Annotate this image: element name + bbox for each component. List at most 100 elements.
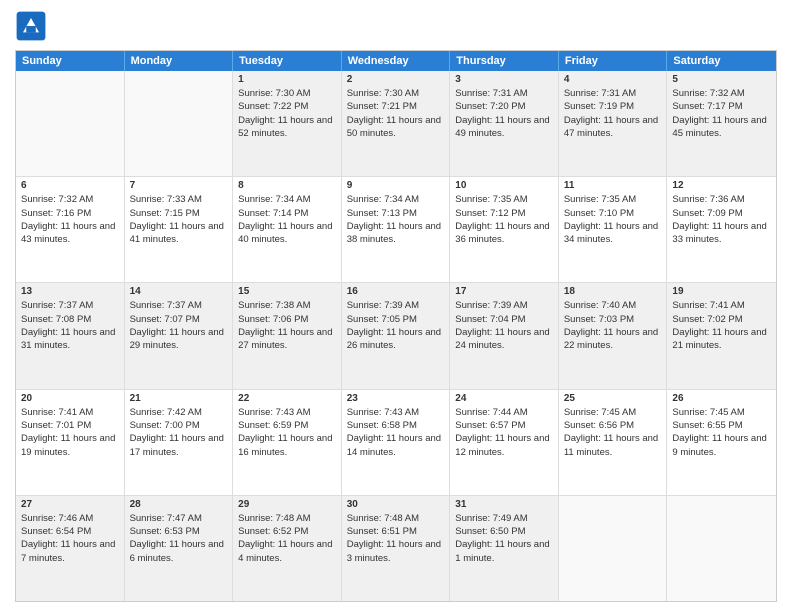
day-number: 6 [21,180,119,191]
logo-icon [15,10,47,42]
day-cell-4: 4Sunrise: 7:31 AM Sunset: 7:19 PM Daylig… [559,71,668,176]
day-cell-23: 23 Sunrise: 7:43 AM Sunset: 6:58 PM Dayli… [342,390,451,495]
day-cell-7: 7 Sunrise: 7:33 AM Sunset: 7:15 PM Daylig… [125,177,234,282]
day-info: Sunrise: 7:39 AM Sunset: 7:05 PM Dayligh… [347,299,445,352]
day-info: Sunrise: 7:43 AM Sunset: 6:58 PM Dayligh… [347,406,445,459]
day-number: 7 [130,180,228,191]
day-number: 24 [455,393,553,404]
day-cell-30: 30 Sunrise: 7:48 AM Sunset: 6:51 PM Dayli… [342,496,451,601]
day-info: Sunrise: 7:42 AM Sunset: 7:00 PM Dayligh… [130,406,228,459]
day-number: 13 [21,286,119,297]
day-cell-17: 17 Sunrise: 7:39 AM Sunset: 7:04 PM Dayli… [450,283,559,388]
weekday-header-thursday: Thursday [450,51,559,71]
day-info: Sunrise: 7:32 AM Sunset: 7:16 PM Dayligh… [21,193,119,246]
day-cell-26: 26Sunrise: 7:45 AM Sunset: 6:55 PM Dayli… [667,390,776,495]
day-number: 18 [564,286,662,297]
day-number: 5 [672,74,771,85]
header [15,10,777,42]
day-cell-5: 5 Sunrise: 7:32 AM Sunset: 7:17 PM Daylig… [667,71,776,176]
day-info: Sunrise: 7:41 AM Sunset: 7:02 PM Dayligh… [672,299,771,352]
day-info: Sunrise: 7:45 AM Sunset: 6:55 PM Dayligh… [672,406,771,459]
day-info: Sunrise: 7:37 AM Sunset: 7:08 PM Dayligh… [21,299,119,352]
day-number: 30 [347,499,445,510]
day-cell-9: 9 Sunrise: 7:34 AM Sunset: 7:13 PM Daylig… [342,177,451,282]
day-cell-15: 15Sunrise: 7:38 AM Sunset: 7:06 PM Dayli… [233,283,342,388]
day-cell-8: 8 Sunrise: 7:34 AM Sunset: 7:14 PM Daylig… [233,177,342,282]
day-cell-25: 25 Sunrise: 7:45 AM Sunset: 6:56 PM Dayli… [559,390,668,495]
day-number: 11 [564,180,662,191]
page: SundayMondayTuesdayWednesdayThursdayFrid… [0,0,792,612]
day-cell-27: 27 Sunrise: 7:46 AM Sunset: 6:54 PM Dayli… [16,496,125,601]
day-info: Sunrise: 7:40 AM Sunset: 7:03 PM Dayligh… [564,299,662,352]
weekday-header-tuesday: Tuesday [233,51,342,71]
day-number: 31 [455,499,553,510]
day-number: 17 [455,286,553,297]
day-info: Sunrise: 7:30 AM Sunset: 7:21 PM Dayligh… [347,87,445,140]
day-cell-6: 6 Sunrise: 7:32 AM Sunset: 7:16 PM Daylig… [16,177,125,282]
day-number: 29 [238,499,336,510]
day-cell-29: 29 Sunrise: 7:48 AM Sunset: 6:52 PM Dayli… [233,496,342,601]
day-number: 16 [347,286,445,297]
empty-cell [667,496,776,601]
calendar-header: SundayMondayTuesdayWednesdayThursdayFrid… [16,51,776,71]
day-cell-21: 21Sunrise: 7:42 AM Sunset: 7:00 PM Dayli… [125,390,234,495]
day-number: 2 [347,74,445,85]
day-info: Sunrise: 7:35 AM Sunset: 7:12 PM Dayligh… [455,193,553,246]
day-number: 10 [455,180,553,191]
day-info: Sunrise: 7:34 AM Sunset: 7:13 PM Dayligh… [347,193,445,246]
day-number: 12 [672,180,771,191]
day-number: 20 [21,393,119,404]
day-number: 25 [564,393,662,404]
calendar-row-1: 6 Sunrise: 7:32 AM Sunset: 7:16 PM Daylig… [16,176,776,282]
calendar: SundayMondayTuesdayWednesdayThursdayFrid… [15,50,777,602]
day-info: Sunrise: 7:45 AM Sunset: 6:56 PM Dayligh… [564,406,662,459]
empty-cell [16,71,125,176]
day-number: 3 [455,74,553,85]
day-info: Sunrise: 7:33 AM Sunset: 7:15 PM Dayligh… [130,193,228,246]
day-number: 27 [21,499,119,510]
day-number: 1 [238,74,336,85]
day-info: Sunrise: 7:46 AM Sunset: 6:54 PM Dayligh… [21,512,119,565]
day-info: Sunrise: 7:48 AM Sunset: 6:52 PM Dayligh… [238,512,336,565]
day-info: Sunrise: 7:49 AM Sunset: 6:50 PM Dayligh… [455,512,553,565]
calendar-row-3: 20 Sunrise: 7:41 AM Sunset: 7:01 PM Dayli… [16,389,776,495]
empty-cell [559,496,668,601]
day-cell-12: 12 Sunrise: 7:36 AM Sunset: 7:09 PM Dayli… [667,177,776,282]
day-number: 28 [130,499,228,510]
day-number: 14 [130,286,228,297]
calendar-row-2: 13 Sunrise: 7:37 AM Sunset: 7:08 PM Dayli… [16,282,776,388]
day-number: 22 [238,393,336,404]
day-info: Sunrise: 7:32 AM Sunset: 7:17 PM Dayligh… [672,87,771,140]
day-cell-18: 18 Sunrise: 7:40 AM Sunset: 7:03 PM Dayli… [559,283,668,388]
day-number: 8 [238,180,336,191]
day-number: 4 [564,74,662,85]
day-cell-13: 13 Sunrise: 7:37 AM Sunset: 7:08 PM Dayli… [16,283,125,388]
day-info: Sunrise: 7:47 AM Sunset: 6:53 PM Dayligh… [130,512,228,565]
day-info: Sunrise: 7:37 AM Sunset: 7:07 PM Dayligh… [130,299,228,352]
empty-cell [125,71,234,176]
day-number: 19 [672,286,771,297]
day-info: Sunrise: 7:41 AM Sunset: 7:01 PM Dayligh… [21,406,119,459]
calendar-row-4: 27 Sunrise: 7:46 AM Sunset: 6:54 PM Dayli… [16,495,776,601]
weekday-header-sunday: Sunday [16,51,125,71]
day-number: 15 [238,286,336,297]
day-cell-10: 10 Sunrise: 7:35 AM Sunset: 7:12 PM Dayli… [450,177,559,282]
day-number: 9 [347,180,445,191]
day-info: Sunrise: 7:44 AM Sunset: 6:57 PM Dayligh… [455,406,553,459]
day-info: Sunrise: 7:31 AM Sunset: 7:20 PM Dayligh… [455,87,553,140]
day-cell-19: 19 Sunrise: 7:41 AM Sunset: 7:02 PM Dayli… [667,283,776,388]
day-info: Sunrise: 7:34 AM Sunset: 7:14 PM Dayligh… [238,193,336,246]
weekday-header-friday: Friday [559,51,668,71]
day-info: Sunrise: 7:35 AM Sunset: 7:10 PM Dayligh… [564,193,662,246]
day-number: 23 [347,393,445,404]
weekday-header-wednesday: Wednesday [342,51,451,71]
day-info: Sunrise: 7:30 AM Sunset: 7:22 PM Dayligh… [238,87,336,140]
day-cell-11: 11 Sunrise: 7:35 AM Sunset: 7:10 PM Dayli… [559,177,668,282]
day-cell-20: 20 Sunrise: 7:41 AM Sunset: 7:01 PM Dayli… [16,390,125,495]
day-info: Sunrise: 7:36 AM Sunset: 7:09 PM Dayligh… [672,193,771,246]
day-cell-22: 22Sunrise: 7:43 AM Sunset: 6:59 PM Dayli… [233,390,342,495]
day-info: Sunrise: 7:39 AM Sunset: 7:04 PM Dayligh… [455,299,553,352]
day-cell-28: 28 Sunrise: 7:47 AM Sunset: 6:53 PM Dayli… [125,496,234,601]
day-info: Sunrise: 7:48 AM Sunset: 6:51 PM Dayligh… [347,512,445,565]
day-cell-1: 1 Sunrise: 7:30 AM Sunset: 7:22 PM Daylig… [233,71,342,176]
